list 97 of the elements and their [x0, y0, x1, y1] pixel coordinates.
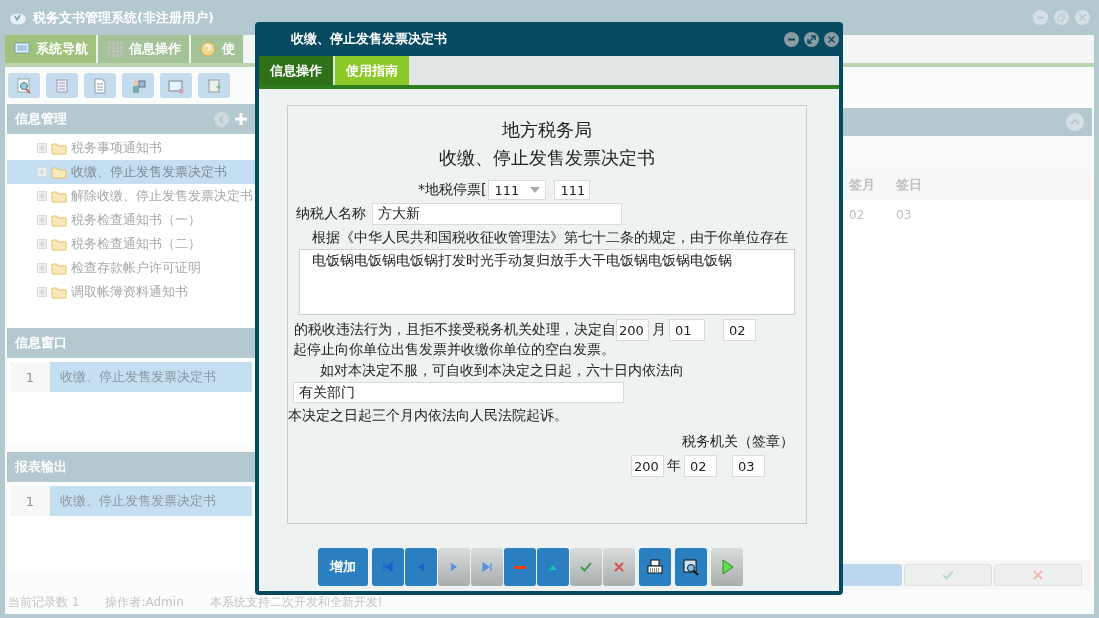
magnifier-icon [16, 77, 32, 94]
input-field[interactable]: 111 [554, 180, 591, 200]
toolbar-button[interactable] [198, 73, 230, 98]
text-area[interactable]: 电饭锅电饭锅电饭锅打发时光手动复归放手大干电饭锅电饭锅电饭锅 [299, 249, 795, 315]
tab[interactable]: 使用指南 [335, 56, 409, 85]
tab[interactable]: 信息操作 [259, 56, 333, 85]
folder-icon [51, 237, 67, 251]
input-field[interactable]: 01 [669, 319, 705, 341]
move-up-icon [549, 564, 557, 570]
expand-icon[interactable] [37, 143, 47, 153]
folder-icon [51, 141, 67, 155]
input-field[interactable]: 方大新 [372, 203, 622, 225]
tab[interactable]: 使 [191, 35, 245, 63]
form-heading: 地方税务局 [501, 118, 593, 142]
plus-icon[interactable] [235, 113, 247, 125]
delete-button[interactable] [504, 548, 536, 586]
tree-item[interactable]: 税务事项通知书 [7, 136, 255, 160]
add-button[interactable]: 增加 [318, 548, 368, 586]
back-icon[interactable] [214, 111, 229, 127]
tab[interactable]: 信息操作 [98, 35, 191, 63]
folder-icon [51, 189, 67, 203]
help-icon [199, 40, 217, 58]
toolbar-button[interactable] [8, 73, 40, 98]
field-label: 年 [667, 457, 681, 475]
minimize-icon[interactable] [784, 31, 799, 47]
folder-icon [51, 165, 67, 179]
form-title: 收缴、停止发售发票决定书 [438, 146, 656, 170]
tab[interactable]: 系统导航 [5, 35, 98, 63]
tree-item[interactable]: 检查存款帐户许可证明 [7, 256, 255, 280]
delete-icon [514, 565, 526, 569]
preview-button[interactable] [675, 548, 707, 586]
toolbar-button[interactable] [160, 73, 192, 98]
window-icon [168, 77, 184, 94]
panel-title: 报表输出 [15, 458, 68, 476]
form-text: 的税收违法行为，且拒不接受税务机关处理，决定自 [294, 321, 616, 339]
expand-icon[interactable] [37, 287, 47, 297]
tree-item[interactable]: 收缴、停止发售发票决定书 [7, 160, 255, 184]
field-label: 纳税人名称 [296, 205, 366, 223]
tree-item[interactable]: 解除收缴、停止发售发票决定书 [7, 184, 255, 208]
row-number: 1 [10, 486, 50, 516]
last-button[interactable] [471, 548, 503, 586]
row-number: 1 [10, 362, 50, 392]
list-item[interactable]: 收缴、停止发售发票决定书 [50, 362, 252, 392]
folder-icon [51, 213, 67, 227]
field-label: 月 [652, 321, 666, 339]
restore-icon[interactable] [1054, 10, 1069, 25]
expand-icon[interactable] [37, 191, 47, 201]
cancel-button[interactable] [994, 564, 1082, 586]
expand-icon[interactable] [37, 239, 47, 249]
print-icon [646, 558, 664, 576]
table-cell-text: 03 [895, 207, 913, 224]
form-text: 根据《中华人民共和国税收征收管理法》第七十二条的规定，由于你单位存在 [312, 229, 788, 247]
form-text: 起停止向你单位出售发票并收缴你单位的空白发票。 [293, 341, 615, 359]
toolbar-button[interactable] [84, 73, 116, 98]
maximize-icon[interactable] [804, 31, 819, 47]
document-icon [92, 77, 108, 94]
expand-icon[interactable] [37, 263, 47, 273]
next-button[interactable] [438, 548, 470, 586]
input-field[interactable]: 02 [723, 319, 756, 341]
form-text: 如对本决定不服，可自收到本决定之日起，六十日内依法向 [320, 362, 684, 380]
list-icon [54, 77, 70, 94]
list-item[interactable]: 收缴、停止发售发票决定书 [50, 486, 252, 516]
first-button[interactable] [372, 548, 404, 586]
panel-title: 信息窗口 [15, 334, 68, 352]
field-label: *地税停票[ [418, 181, 487, 199]
panel-title: 信息管理 [15, 110, 68, 128]
window-title: 税务文书管理系统(非注册用户) [33, 8, 215, 27]
caret-icon [530, 187, 541, 193]
tree-item[interactable]: 调取帐簿资料通知书 [7, 280, 255, 304]
expand-icon[interactable] [37, 167, 47, 177]
check-icon [941, 568, 955, 582]
collapse-icon[interactable] [1066, 113, 1084, 131]
table-cell-text: 02 [848, 207, 866, 224]
add-document-icon [206, 77, 222, 94]
input-field[interactable]: 200 [631, 455, 664, 477]
folder-icon [51, 261, 67, 275]
signature-label: 税务机关（签章） [682, 433, 794, 451]
toolbar-button[interactable] [122, 73, 154, 98]
tree-item[interactable]: 税务检查通知书（二） [7, 232, 255, 256]
input-field[interactable]: 02 [684, 455, 717, 477]
input-field[interactable]: 03 [732, 455, 765, 477]
print-button[interactable] [639, 548, 671, 586]
preview-icon [682, 558, 700, 576]
form-text: 本决定之日起三个月内依法向人民法院起诉。 [288, 407, 568, 425]
close-icon[interactable] [824, 31, 839, 47]
confirm-button[interactable] [570, 548, 602, 586]
input-field[interactable]: 有关部门 [293, 382, 624, 403]
number-select[interactable]: 111 [488, 180, 547, 200]
user-icon [130, 77, 146, 94]
input-field[interactable]: 200 [616, 319, 649, 341]
grid-icon [106, 40, 124, 58]
toolbar-button[interactable] [46, 73, 78, 98]
folder-icon [51, 285, 67, 299]
expand-icon[interactable] [37, 215, 47, 225]
dialog-title: 收缴、停止发售发票决定书 [291, 30, 448, 48]
cross-icon [1031, 568, 1045, 582]
previous-button[interactable] [405, 548, 437, 586]
